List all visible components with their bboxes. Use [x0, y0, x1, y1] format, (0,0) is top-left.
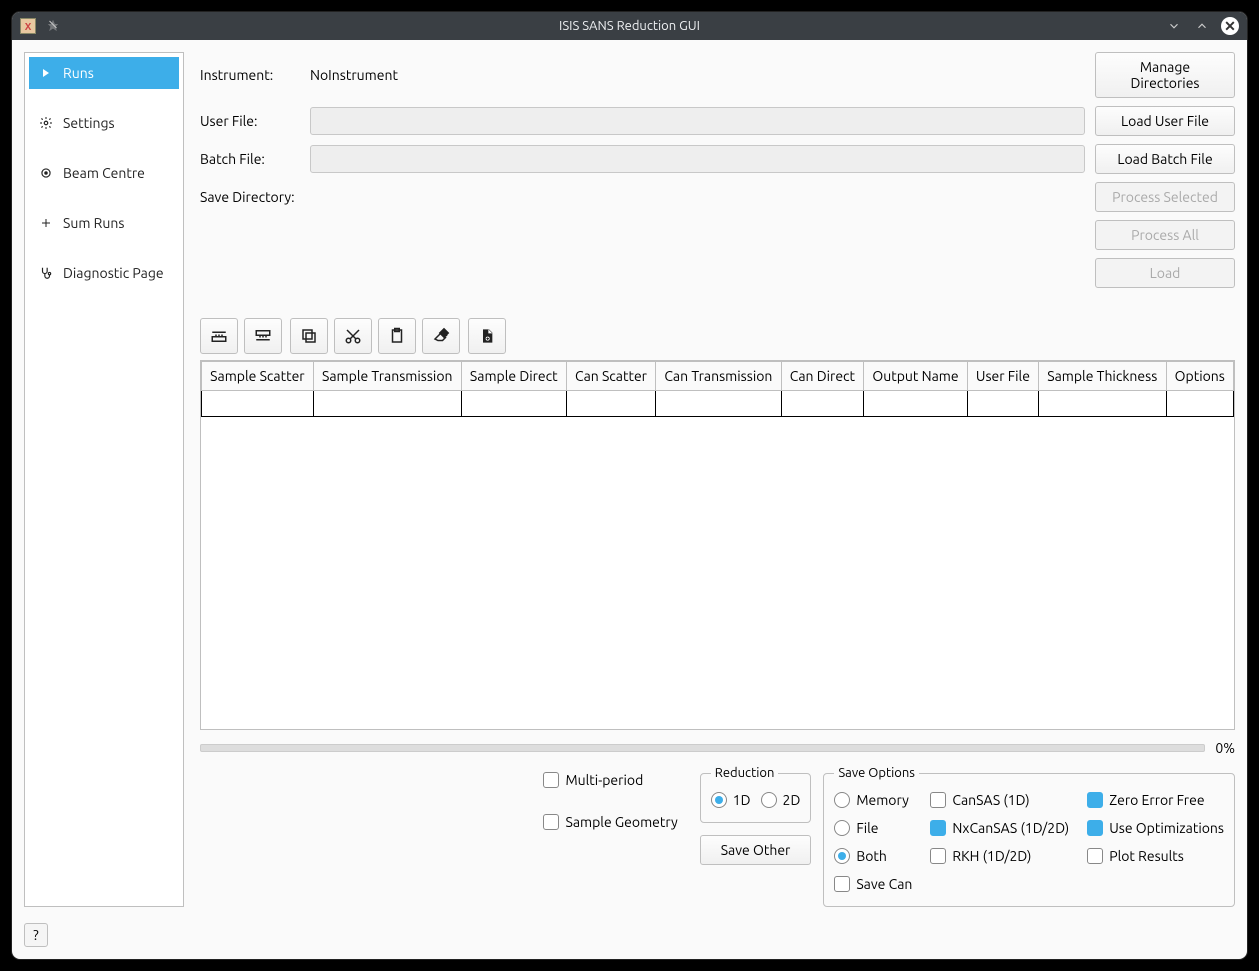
cansas-checkbox[interactable]: CanSAS (1D) — [930, 792, 1069, 808]
load-user-file-button[interactable]: Load User File — [1095, 106, 1235, 136]
app-icon: X — [20, 18, 36, 34]
sidebar-item-label: Diagnostic Page — [63, 265, 164, 281]
maximize-icon[interactable] — [1193, 17, 1211, 35]
insert-row-above-button[interactable] — [200, 318, 238, 354]
sidebar-item-label: Beam Centre — [63, 165, 145, 181]
pin-icon[interactable] — [44, 17, 62, 35]
close-icon[interactable]: ✕ — [1221, 17, 1239, 35]
play-icon — [39, 68, 53, 78]
sidebar-item-beam-centre[interactable]: Beam Centre — [29, 157, 179, 189]
both-radio[interactable]: Both — [834, 848, 912, 864]
progress-bar — [200, 744, 1205, 752]
sidebar: Runs Settings Beam Centre Sum Runs Diagn… — [24, 52, 184, 907]
copy-button[interactable] — [290, 318, 328, 354]
batch-file-input[interactable] — [310, 145, 1085, 173]
save-other-button[interactable]: Save Other — [700, 835, 812, 865]
file-radio[interactable]: File — [834, 820, 912, 836]
sidebar-item-runs[interactable]: Runs — [29, 57, 179, 89]
help-button[interactable]: ? — [24, 923, 48, 947]
sidebar-item-diagnostic[interactable]: Diagnostic Page — [29, 257, 179, 289]
multi-period-checkbox[interactable]: Multi-period — [543, 772, 677, 788]
user-file-input[interactable] — [310, 107, 1085, 135]
table-row[interactable] — [202, 391, 1234, 417]
save-directory-label: Save Directory: — [200, 189, 300, 205]
col-can-scatter[interactable]: Can Scatter — [566, 362, 655, 391]
plot-results-checkbox[interactable]: Plot Results — [1087, 848, 1224, 864]
use-optimizations-checkbox[interactable]: Use Optimizations — [1087, 820, 1224, 836]
col-sample-scatter[interactable]: Sample Scatter — [202, 362, 314, 391]
sidebar-item-sum-runs[interactable]: Sum Runs — [29, 207, 179, 239]
titlebar: X ISIS SANS Reduction GUI ✕ — [12, 12, 1247, 40]
manage-directories-button[interactable]: Manage Directories — [1095, 52, 1235, 98]
cut-button[interactable] — [334, 318, 372, 354]
table-toolbar — [200, 318, 1235, 354]
col-sample-transmission[interactable]: Sample Transmission — [313, 362, 461, 391]
col-output-name[interactable]: Output Name — [864, 362, 968, 391]
stethoscope-icon — [39, 266, 53, 280]
sidebar-item-label: Sum Runs — [63, 215, 124, 231]
col-options[interactable]: Options — [1166, 362, 1234, 391]
col-can-direct[interactable]: Can Direct — [781, 362, 864, 391]
instrument-label: Instrument: — [200, 67, 300, 83]
paste-button[interactable] — [378, 318, 416, 354]
memory-radio[interactable]: Memory — [834, 792, 912, 808]
runs-table[interactable]: Sample Scatter Sample Transmission Sampl… — [200, 360, 1235, 730]
minimize-icon[interactable] — [1165, 17, 1183, 35]
batch-file-label: Batch File: — [200, 151, 300, 167]
load-batch-file-button[interactable]: Load Batch File — [1095, 144, 1235, 174]
col-user-file[interactable]: User File — [967, 362, 1038, 391]
save-can-checkbox[interactable]: Save Can — [834, 876, 912, 892]
col-sample-thickness[interactable]: Sample Thickness — [1039, 362, 1166, 391]
export-button[interactable] — [468, 318, 506, 354]
process-selected-button[interactable]: Process Selected — [1095, 182, 1235, 212]
load-button[interactable]: Load — [1095, 258, 1235, 288]
sidebar-item-settings[interactable]: Settings — [29, 107, 179, 139]
sample-geometry-checkbox[interactable]: Sample Geometry — [543, 814, 677, 830]
reduction-group: Reduction 1D 2D — [700, 766, 812, 823]
gear-icon — [39, 116, 53, 130]
zero-error-checkbox[interactable]: Zero Error Free — [1087, 792, 1224, 808]
save-options-group: Save Options Memory File Both Save Can C… — [823, 766, 1235, 907]
instrument-value: NoInstrument — [310, 67, 1085, 83]
plus-icon — [39, 217, 53, 229]
col-can-transmission[interactable]: Can Transmission — [656, 362, 781, 391]
target-icon — [39, 166, 53, 180]
nxcansas-checkbox[interactable]: NxCanSAS (1D/2D) — [930, 820, 1069, 836]
insert-row-below-button[interactable] — [244, 318, 282, 354]
reduction-1d-radio[interactable]: 1D — [711, 792, 751, 808]
window-title: ISIS SANS Reduction GUI — [559, 19, 700, 33]
process-all-button[interactable]: Process All — [1095, 220, 1235, 250]
col-sample-direct[interactable]: Sample Direct — [461, 362, 566, 391]
user-file-label: User File: — [200, 113, 300, 129]
erase-button[interactable] — [422, 318, 460, 354]
rkh-checkbox[interactable]: RKH (1D/2D) — [930, 848, 1069, 864]
sidebar-item-label: Settings — [63, 115, 115, 131]
progress-label: 0% — [1215, 740, 1235, 756]
reduction-2d-radio[interactable]: 2D — [761, 792, 801, 808]
sidebar-item-label: Runs — [63, 65, 94, 81]
